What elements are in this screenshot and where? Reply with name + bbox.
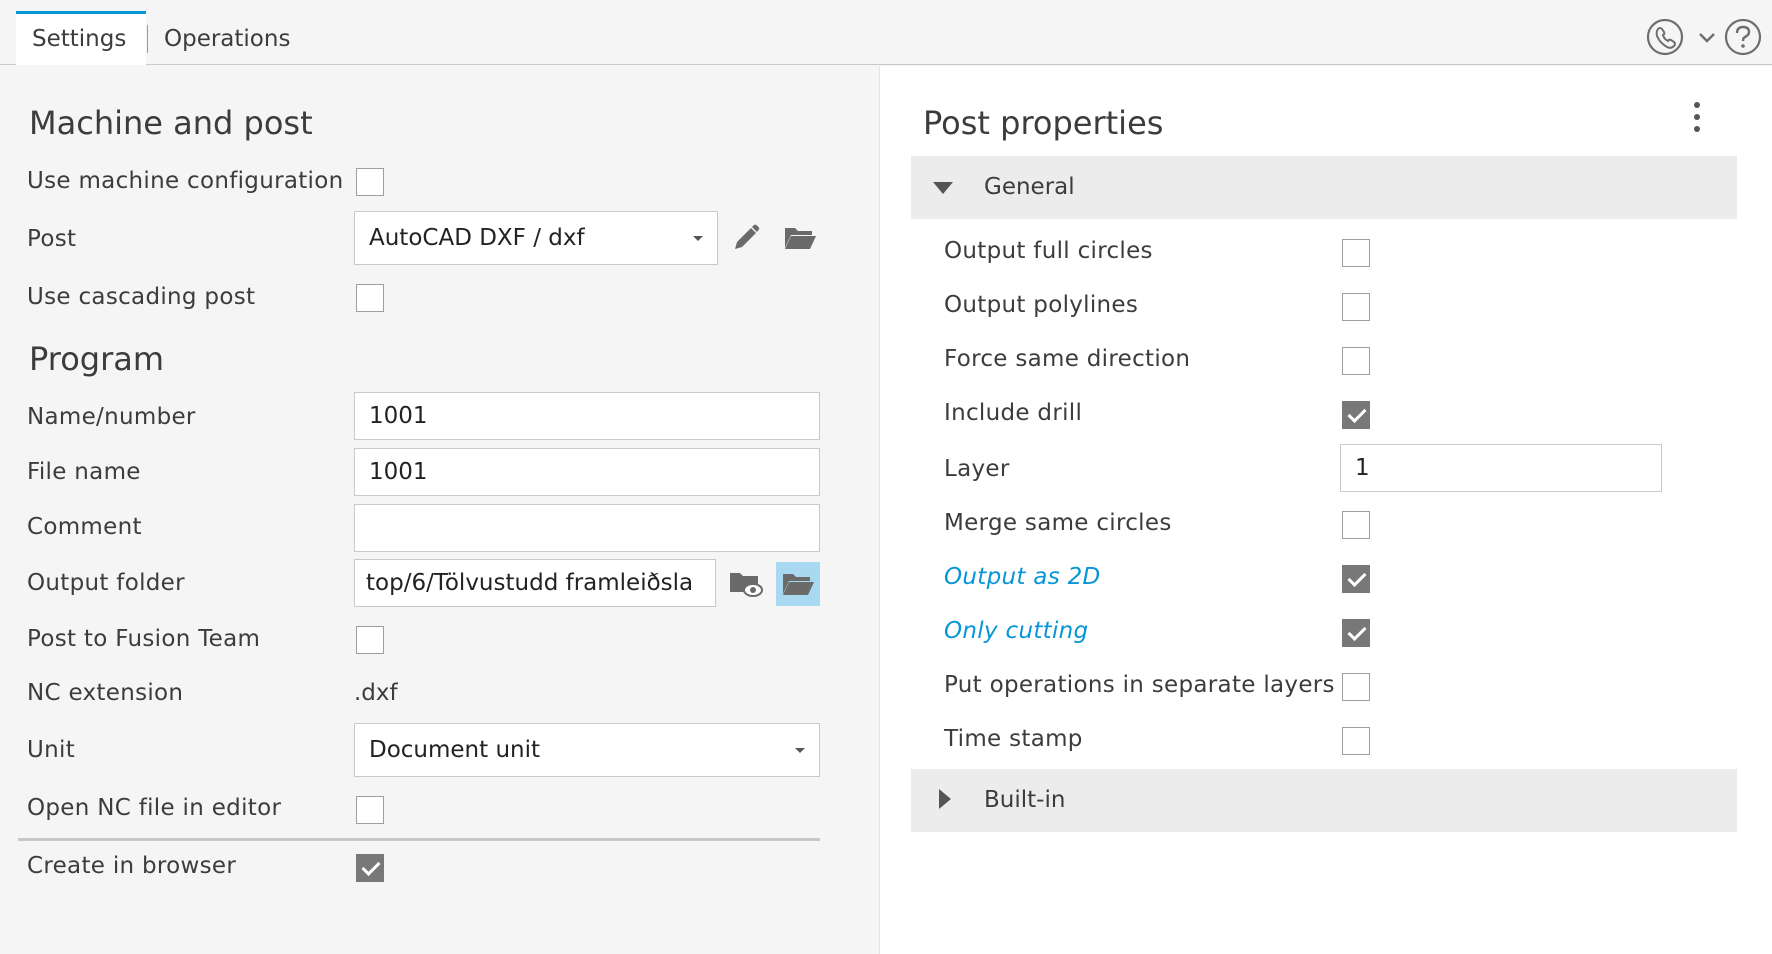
open-folder-icon[interactable] bbox=[778, 216, 822, 260]
output-polylines-label: Output polylines bbox=[944, 292, 1139, 318]
program-title: Program bbox=[29, 340, 165, 378]
unit-select[interactable]: Document unit bbox=[354, 723, 820, 777]
merge-same-circles-checkbox[interactable] bbox=[1342, 511, 1370, 539]
help-icon[interactable] bbox=[1724, 18, 1762, 60]
comment-input[interactable] bbox=[354, 504, 820, 552]
browse-folder-icon[interactable] bbox=[776, 562, 820, 606]
put-operations-in-separate-layers-label: Put operations in separate layers bbox=[944, 672, 1335, 698]
group-general-label: General bbox=[984, 174, 1075, 200]
dropdown-arrow-icon bbox=[693, 236, 703, 241]
name-number-label: Name/number bbox=[27, 404, 196, 430]
tab-settings[interactable]: Settings bbox=[16, 11, 146, 65]
section-divider bbox=[18, 838, 820, 841]
nc-extension-label: NC extension bbox=[27, 680, 184, 706]
use-machine-configuration-label: Use machine configuration bbox=[27, 168, 344, 194]
nc-extension-value: .dxf bbox=[354, 680, 398, 706]
tab-bar: Settings Operations bbox=[0, 0, 1772, 65]
phone-icon[interactable] bbox=[1646, 18, 1684, 60]
chevron-down-icon[interactable] bbox=[1698, 29, 1716, 48]
group-builtin-label: Built-in bbox=[984, 787, 1066, 813]
post-label: Post bbox=[27, 226, 77, 252]
folder-view-icon[interactable] bbox=[724, 562, 768, 606]
only-cutting-checkbox[interactable] bbox=[1342, 619, 1370, 647]
expanded-triangle-icon bbox=[933, 182, 953, 194]
settings-panel: Machine and post Use machine configurati… bbox=[0, 66, 879, 954]
force-same-direction-label: Force same direction bbox=[944, 346, 1191, 372]
post-properties-panel: Post properties General Output full circ… bbox=[879, 66, 1772, 954]
only-cutting-label: Only cutting bbox=[944, 618, 1089, 644]
name-number-input[interactable]: 1001 bbox=[354, 392, 820, 440]
put-operations-in-separate-layers-checkbox[interactable] bbox=[1342, 673, 1370, 701]
post-select[interactable]: AutoCAD DXF / dxf bbox=[354, 211, 718, 265]
merge-same-circles-label: Merge same circles bbox=[944, 510, 1172, 536]
include-drill-label: Include drill bbox=[944, 400, 1083, 426]
machine-and-post-title: Machine and post bbox=[29, 104, 313, 142]
output-folder-input[interactable]: top/6/Tölvustudd framleiðsla bbox=[354, 559, 716, 607]
output-as-2d-label: Output as 2D bbox=[944, 564, 1101, 590]
output-full-circles-checkbox[interactable] bbox=[1342, 239, 1370, 267]
use-cascading-post-checkbox[interactable] bbox=[356, 284, 384, 312]
layer-label: Layer bbox=[944, 456, 1010, 482]
create-in-browser-label: Create in browser bbox=[27, 853, 237, 879]
layer-input[interactable]: 1 bbox=[1340, 444, 1662, 492]
output-folder-label: Output folder bbox=[27, 570, 185, 596]
post-to-fusion-team-checkbox[interactable] bbox=[356, 626, 384, 654]
file-name-input[interactable]: 1001 bbox=[354, 448, 820, 496]
force-same-direction-checkbox[interactable] bbox=[1342, 347, 1370, 375]
post-select-value: AutoCAD DXF / dxf bbox=[369, 225, 585, 251]
group-general-header[interactable]: General bbox=[911, 156, 1737, 219]
group-builtin-header[interactable]: Built-in bbox=[911, 769, 1737, 832]
include-drill-checkbox[interactable] bbox=[1342, 401, 1370, 429]
unit-label: Unit bbox=[27, 737, 76, 763]
collapsed-triangle-icon bbox=[939, 789, 951, 809]
open-nc-file-checkbox[interactable] bbox=[356, 796, 384, 824]
more-options-icon[interactable] bbox=[1694, 102, 1700, 138]
tab-operations[interactable]: Operations bbox=[147, 25, 290, 53]
unit-select-value: Document unit bbox=[369, 737, 541, 763]
output-full-circles-label: Output full circles bbox=[944, 238, 1153, 264]
file-name-label: File name bbox=[27, 459, 141, 485]
time-stamp-checkbox[interactable] bbox=[1342, 727, 1370, 755]
comment-label: Comment bbox=[27, 514, 142, 540]
dropdown-arrow-icon bbox=[795, 748, 805, 753]
use-cascading-post-label: Use cascading post bbox=[27, 284, 256, 310]
post-to-fusion-team-label: Post to Fusion Team bbox=[27, 626, 261, 652]
open-nc-file-label: Open NC file in editor bbox=[27, 795, 282, 821]
create-in-browser-checkbox[interactable] bbox=[356, 854, 384, 882]
output-as-2d-checkbox[interactable] bbox=[1342, 565, 1370, 593]
time-stamp-label: Time stamp bbox=[944, 726, 1083, 752]
output-polylines-checkbox[interactable] bbox=[1342, 293, 1370, 321]
use-machine-configuration-checkbox[interactable] bbox=[356, 168, 384, 196]
edit-pencil-icon[interactable] bbox=[724, 216, 768, 260]
post-properties-title: Post properties bbox=[923, 104, 1164, 142]
